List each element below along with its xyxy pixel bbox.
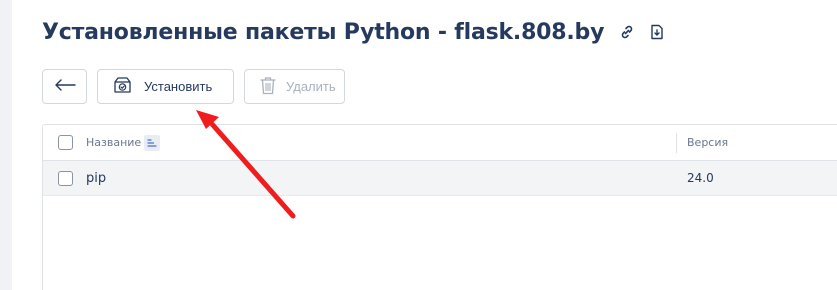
column-header-version[interactable]: Версия <box>687 136 728 149</box>
sort-ascending-icon[interactable] <box>144 134 161 151</box>
row-checkbox[interactable] <box>58 170 73 186</box>
table-row[interactable]: pip 24.0 <box>43 161 837 196</box>
file-download-icon[interactable] <box>648 23 666 41</box>
install-button-label: Установить <box>144 79 213 94</box>
packages-table: Название Версия pip 24.0 <box>42 124 837 290</box>
install-button[interactable]: Установить <box>97 69 234 104</box>
table-header: Название Версия <box>43 125 837 161</box>
column-header-name[interactable]: Название <box>86 134 161 151</box>
select-all-checkbox[interactable] <box>58 135 73 150</box>
link-icon[interactable] <box>618 23 636 41</box>
column-header-name-label: Название <box>86 136 142 149</box>
toolbar: Установить Удалить <box>42 69 345 104</box>
arrow-left-icon <box>54 79 76 94</box>
delete-button[interactable]: Удалить <box>244 69 345 104</box>
column-divider[interactable] <box>676 133 677 153</box>
package-name: pip <box>86 170 107 186</box>
title-row: Установленные пакеты Python - flask.808.… <box>42 16 666 48</box>
page: Установленные пакеты Python - flask.808.… <box>12 0 837 290</box>
package-install-icon <box>113 76 132 97</box>
back-button[interactable] <box>42 69 87 104</box>
page-title: Установленные пакеты Python - flask.808.… <box>42 19 605 45</box>
package-version: 24.0 <box>687 171 714 185</box>
delete-button-label: Удалить <box>286 79 336 94</box>
trash-icon <box>260 76 276 98</box>
